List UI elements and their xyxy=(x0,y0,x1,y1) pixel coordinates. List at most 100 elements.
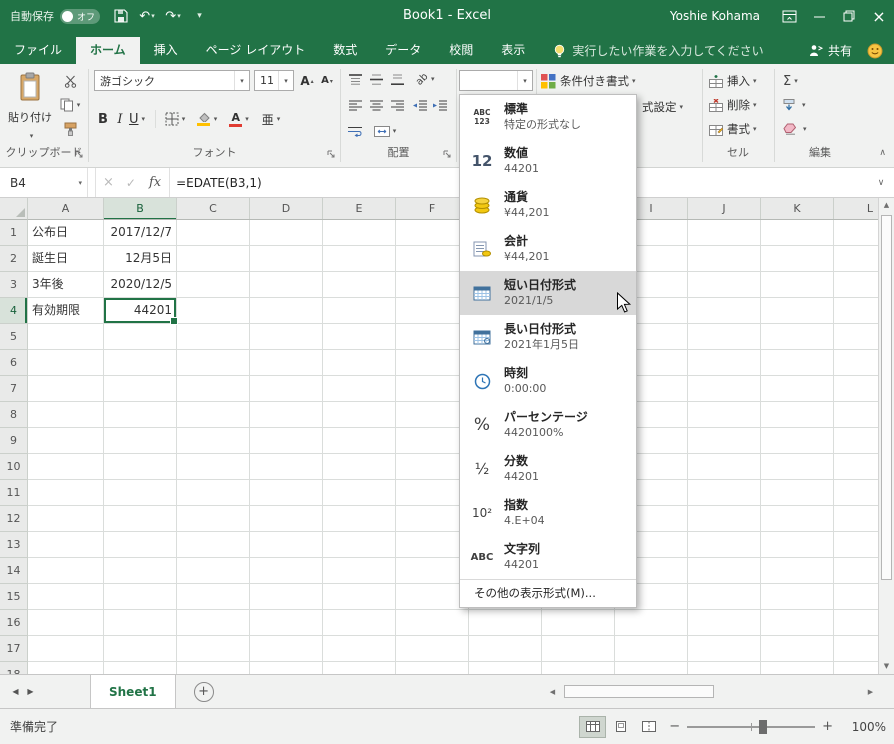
cell-L4[interactable] xyxy=(834,298,878,324)
tab-formulas[interactable]: 数式 xyxy=(319,37,371,64)
cell-B4[interactable]: 44201 xyxy=(104,298,178,325)
underline-button[interactable]: U ▾ xyxy=(129,108,145,130)
cell-A12[interactable] xyxy=(28,506,104,532)
cell-E5[interactable] xyxy=(323,324,396,350)
cut-button[interactable] xyxy=(57,70,83,92)
row-header-7[interactable]: 7 xyxy=(0,376,28,402)
cell-L9[interactable] xyxy=(834,428,878,454)
menu-item-accounting[interactable]: 会計 ¥44,201 xyxy=(460,227,636,271)
cell-A1[interactable]: 公布日 xyxy=(28,220,104,246)
zoom-slider-thumb[interactable] xyxy=(759,719,768,734)
cell-A14[interactable] xyxy=(28,558,104,584)
cell-E13[interactable] xyxy=(323,532,396,558)
cell-L3[interactable] xyxy=(834,272,878,298)
cell-A4[interactable]: 有効期限 xyxy=(28,298,104,324)
cell-I16[interactable] xyxy=(615,610,688,636)
cell-E1[interactable] xyxy=(323,220,396,246)
cell-L14[interactable] xyxy=(834,558,878,584)
cell-E3[interactable] xyxy=(323,272,396,298)
decrease-indent-button[interactable] xyxy=(411,94,429,116)
cell-E2[interactable] xyxy=(323,246,396,272)
redo-button[interactable]: ↷ ▾ xyxy=(160,0,186,32)
customize-quick-access-button[interactable]: ▾ xyxy=(186,0,212,32)
cell-A3[interactable]: 3年後 xyxy=(28,272,104,298)
cell-B9[interactable] xyxy=(104,428,177,454)
row-header-14[interactable]: 14 xyxy=(0,558,28,584)
menu-item-long-date[interactable]: 長い日付形式 2021年1月5日 xyxy=(460,315,636,359)
number-format-select[interactable]: ▾ xyxy=(459,70,533,91)
cell-J10[interactable] xyxy=(688,454,761,480)
row-header-17[interactable]: 17 xyxy=(0,636,28,662)
cell-J7[interactable] xyxy=(688,376,761,402)
cell-J6[interactable] xyxy=(688,350,761,376)
column-header-J[interactable]: J xyxy=(688,198,761,219)
horizontal-scroll-thumb[interactable] xyxy=(564,685,714,698)
orientation-button[interactable]: ab ▾ xyxy=(411,68,439,90)
clipboard-dialog-launcher-icon[interactable] xyxy=(73,148,85,160)
cell-E7[interactable] xyxy=(323,376,396,402)
cell-E12[interactable] xyxy=(323,506,396,532)
close-button[interactable]: × xyxy=(864,0,894,32)
formula-bar-expand-icon[interactable]: ∨ xyxy=(868,178,894,188)
maximize-restore-button[interactable] xyxy=(834,0,864,32)
cell-K17[interactable] xyxy=(761,636,834,662)
horizontal-scrollbar[interactable]: ◀ ▶ xyxy=(545,683,878,700)
column-header-K[interactable]: K xyxy=(761,198,834,219)
cell-K2[interactable] xyxy=(761,246,834,272)
cell-D12[interactable] xyxy=(250,506,323,532)
zoom-in-icon[interactable]: + xyxy=(815,719,840,734)
cell-J3[interactable] xyxy=(688,272,761,298)
column-header-D[interactable]: D xyxy=(250,198,323,219)
cell-L11[interactable] xyxy=(834,480,878,506)
cell-L1[interactable] xyxy=(834,220,878,246)
cell-D17[interactable] xyxy=(250,636,323,662)
format-cells-button[interactable]: 書式 ▾ xyxy=(709,118,757,140)
cell-D7[interactable] xyxy=(250,376,323,402)
cell-K18[interactable] xyxy=(761,662,834,674)
tab-insert[interactable]: 挿入 xyxy=(140,37,192,64)
cell-A7[interactable] xyxy=(28,376,104,402)
autosave-toggle[interactable]: オフ xyxy=(60,8,100,24)
vertical-scroll-thumb[interactable] xyxy=(881,215,892,580)
cell-K13[interactable] xyxy=(761,532,834,558)
row-header-3[interactable]: 3 xyxy=(0,272,28,298)
tell-me-search[interactable]: 実行したい作業を入力してください xyxy=(553,37,764,64)
page-break-preview-button[interactable] xyxy=(635,716,662,738)
cell-A16[interactable] xyxy=(28,610,104,636)
cell-C9[interactable] xyxy=(177,428,250,454)
cell-G18[interactable] xyxy=(469,662,542,674)
cell-B12[interactable] xyxy=(104,506,177,532)
cell-D3[interactable] xyxy=(250,272,323,298)
increase-indent-button[interactable] xyxy=(431,94,449,116)
vertical-scrollbar[interactable]: ▲ ▼ xyxy=(878,198,894,674)
cell-B5[interactable] xyxy=(104,324,177,350)
align-top-button[interactable] xyxy=(345,68,365,90)
cell-C10[interactable] xyxy=(177,454,250,480)
cell-C12[interactable] xyxy=(177,506,250,532)
cell-B1[interactable]: 2017/12/7 xyxy=(104,220,177,246)
increase-font-size-button[interactable]: A ▴ xyxy=(297,70,317,92)
row-header-6[interactable]: 6 xyxy=(0,350,28,376)
hscroll-left-icon[interactable]: ◀ xyxy=(545,688,560,696)
zoom-level[interactable]: 100% xyxy=(840,720,886,734)
cell-K14[interactable] xyxy=(761,558,834,584)
align-center-button[interactable] xyxy=(366,94,386,116)
cell-C2[interactable] xyxy=(177,246,250,272)
cell-B11[interactable] xyxy=(104,480,177,506)
cell-B14[interactable] xyxy=(104,558,177,584)
name-box[interactable]: B4 ▾ xyxy=(0,168,88,197)
row-header-4[interactable]: 4 xyxy=(0,298,28,324)
cell-B10[interactable] xyxy=(104,454,177,480)
cell-L6[interactable] xyxy=(834,350,878,376)
cell-C17[interactable] xyxy=(177,636,250,662)
row-header-8[interactable]: 8 xyxy=(0,402,28,428)
cell-J16[interactable] xyxy=(688,610,761,636)
cell-L10[interactable] xyxy=(834,454,878,480)
cell-H17[interactable] xyxy=(542,636,615,662)
menu-item-text[interactable]: ABC 文字列 44201 xyxy=(460,535,636,579)
cell-L16[interactable] xyxy=(834,610,878,636)
row-header-12[interactable]: 12 xyxy=(0,506,28,532)
menu-item-general[interactable]: ABC 123 標準 特定の形式なし xyxy=(460,95,636,139)
save-button[interactable] xyxy=(108,0,134,32)
cell-L15[interactable] xyxy=(834,584,878,610)
